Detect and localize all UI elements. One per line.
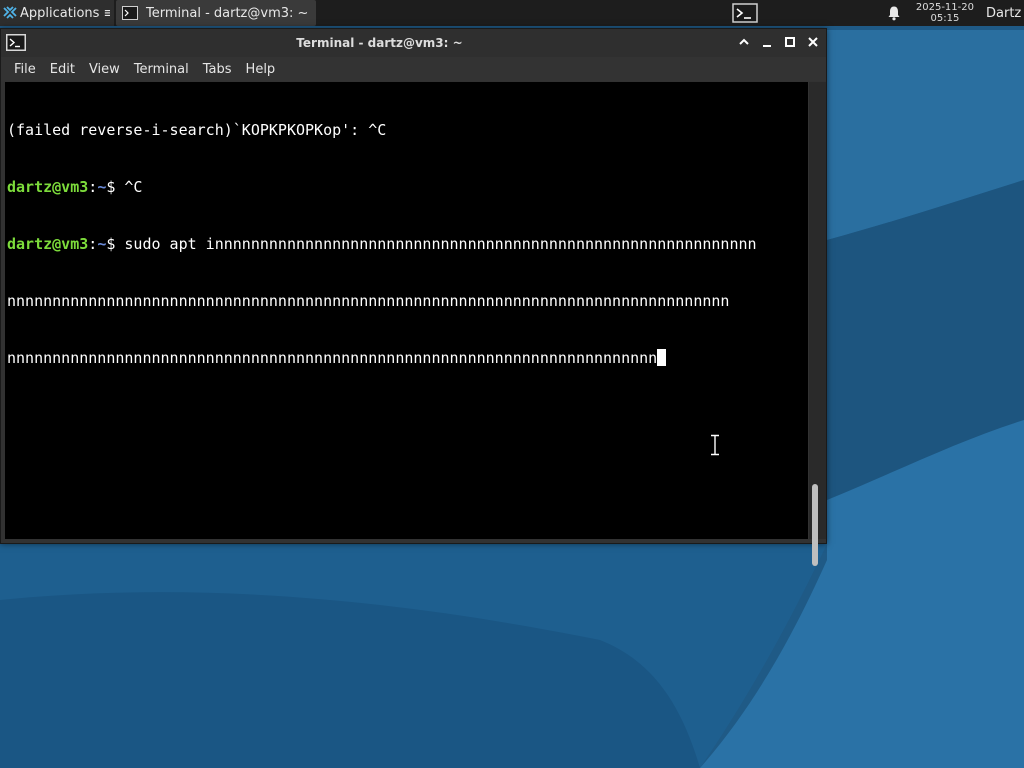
minimize-icon[interactable]	[760, 35, 774, 49]
taskbar-terminal-button[interactable]: Terminal - dartz@vm3: ~	[116, 0, 317, 26]
terminal-line: dartz@vm3:~$ sudo apt innnnnnnnnnnnnnnnn…	[7, 235, 757, 254]
panel-clock[interactable]: 2025-11-20 05:15	[916, 2, 974, 24]
prompt-path: ~	[97, 235, 107, 253]
window-titlebar[interactable]: Terminal - dartz@vm3: ~	[1, 29, 826, 57]
terminal-line: nnnnnnnnnnnnnnnnnnnnnnnnnnnnnnnnnnnnnnnn…	[7, 292, 757, 311]
terminal-line: nnnnnnnnnnnnnnnnnnnnnnnnnnnnnnnnnnnnnnnn…	[7, 349, 757, 368]
window-title: Terminal - dartz@vm3: ~	[296, 36, 463, 50]
terminal-icon	[732, 3, 758, 23]
command-text: sudo apt innnnnnnnnnnnnnnnnnnnnnnnnnnnnn…	[124, 235, 757, 253]
prompt-dollar: $	[106, 178, 125, 196]
xfce-logo-icon	[3, 6, 17, 19]
user-menu[interactable]: Dartz	[986, 6, 1024, 21]
applications-menu-button[interactable]: Applications ≡	[0, 0, 114, 26]
maximize-icon[interactable]	[783, 35, 797, 49]
menu-bar: File Edit View Terminal Tabs Help	[1, 57, 826, 81]
text-cursor	[657, 349, 667, 366]
terminal-window: Terminal - dartz@vm3: ~ File Edit View T…	[0, 28, 827, 566]
command-wrap-text: nnnnnnnnnnnnnnnnnnnnnnnnnnnnnnnnnnnnnnnn…	[7, 292, 730, 310]
close-icon[interactable]	[806, 35, 820, 49]
ibeam-cursor-icon	[711, 434, 719, 456]
prompt-colon: :	[88, 235, 98, 253]
panel-terminal-launcher[interactable]	[730, 2, 760, 24]
menu-terminal[interactable]: Terminal	[127, 62, 196, 77]
menu-view[interactable]: View	[82, 62, 127, 77]
top-panel: Applications ≡ Terminal - dartz@vm3: ~ 2…	[0, 0, 1024, 26]
terminal-line: dartz@vm3:~$ ^C	[7, 178, 757, 197]
menu-file[interactable]: File	[7, 62, 43, 77]
clock-date: 2025-11-20	[915, 2, 974, 13]
prompt-user: dartz@vm3	[7, 178, 89, 196]
scrollbar-track[interactable]	[809, 82, 826, 539]
applications-label: Applications ≡	[20, 5, 110, 21]
reverse-search-text: (failed reverse-i-search)`KOPKPKOPKop': …	[7, 121, 387, 139]
prompt-dollar: $	[106, 235, 125, 253]
menu-edit[interactable]: Edit	[43, 62, 82, 77]
command-text: ^C	[124, 178, 143, 196]
menu-tabs[interactable]: Tabs	[196, 62, 239, 77]
prompt-path: ~	[97, 178, 107, 196]
taskbar-terminal-label: Terminal - dartz@vm3: ~	[146, 5, 309, 21]
command-wrap-text: nnnnnnnnnnnnnnnnnnnnnnnnnnnnnnnnnnnnnnnn…	[7, 349, 658, 367]
terminal-output[interactable]: (failed reverse-i-search)`KOPKPKOPKop': …	[5, 82, 808, 539]
clock-time: 05:15	[930, 13, 960, 24]
bell-icon[interactable]	[886, 5, 902, 21]
menu-help[interactable]: Help	[239, 62, 283, 77]
prompt-user: dartz@vm3	[7, 235, 89, 253]
scrollbar-thumb[interactable]	[812, 484, 818, 566]
shade-icon[interactable]	[737, 35, 751, 49]
terminal-icon	[122, 6, 138, 20]
terminal-line: (failed reverse-i-search)`KOPKPKOPKop': …	[7, 121, 757, 140]
prompt-colon: :	[88, 178, 98, 196]
